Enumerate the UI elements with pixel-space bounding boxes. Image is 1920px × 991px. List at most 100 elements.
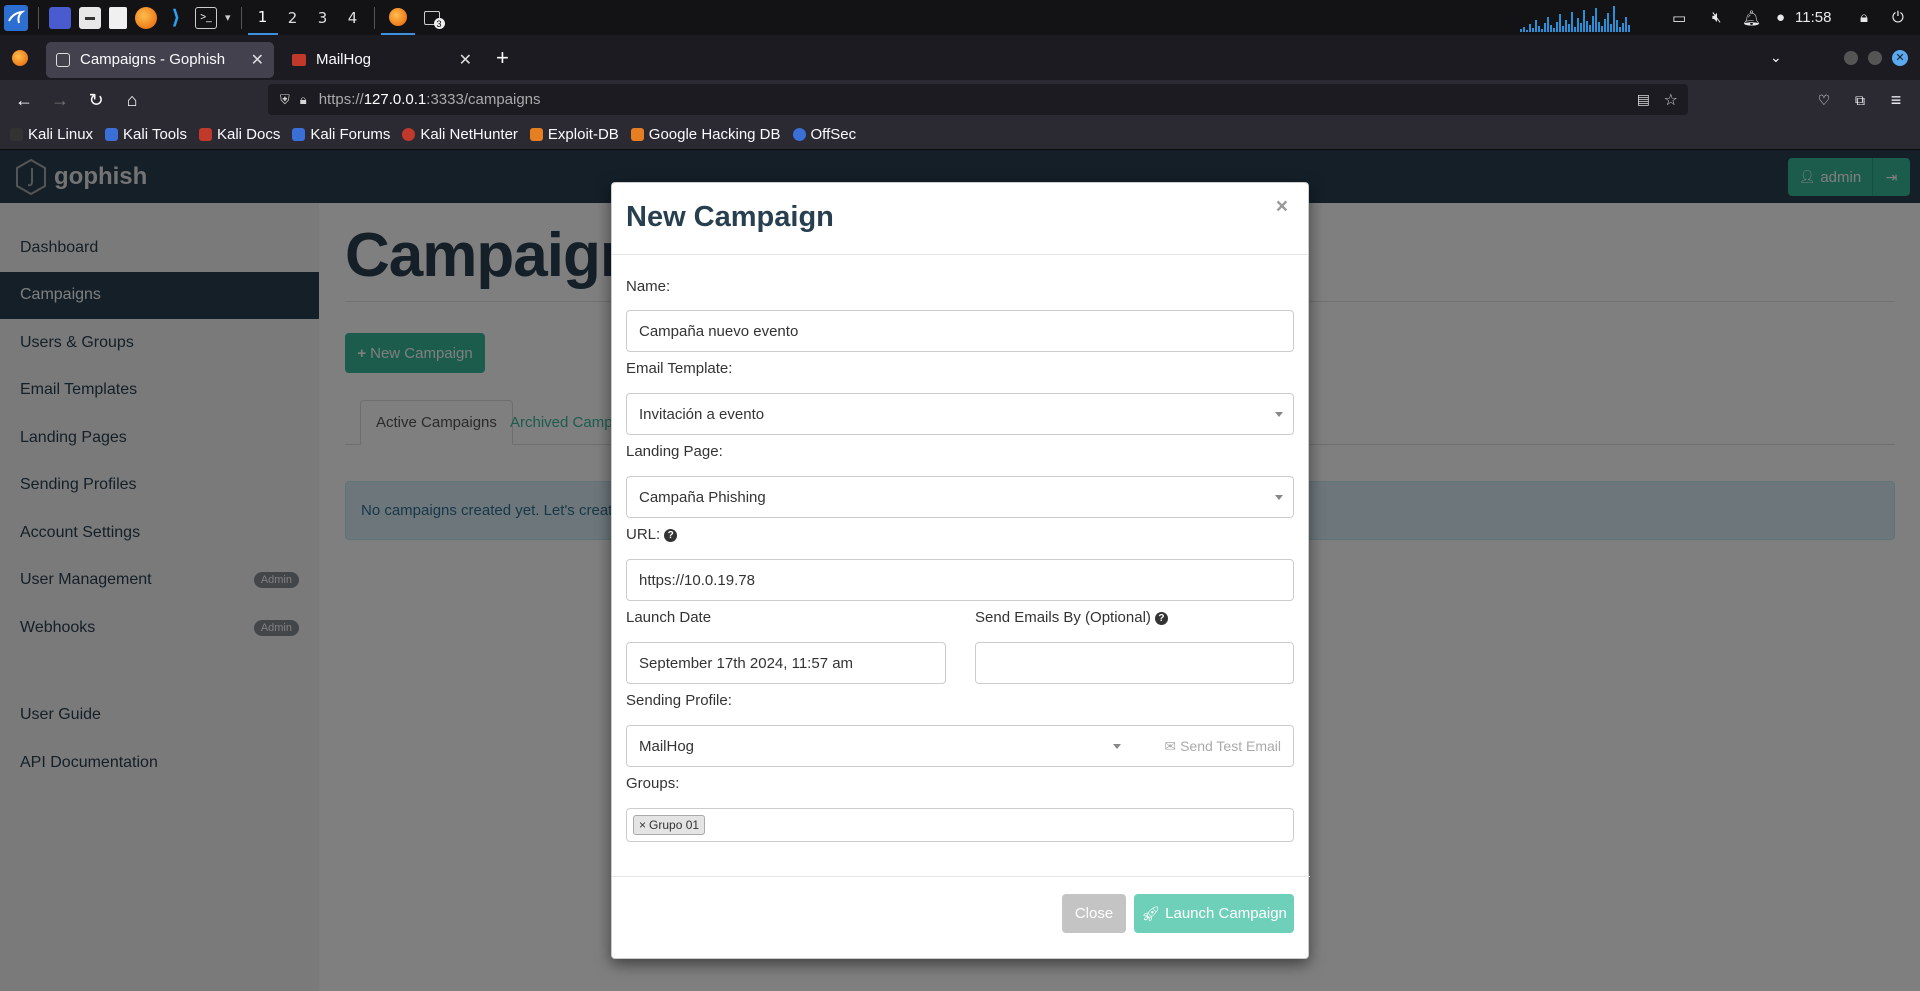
notification-bell-icon[interactable]: 🔔︎ bbox=[1742, 0, 1761, 35]
firefox-icon bbox=[388, 7, 407, 26]
launch-date-input[interactable]: September 17th 2024, 11:57 am bbox=[626, 642, 946, 684]
bookmark-star-icon[interactable]: ☆ bbox=[1664, 90, 1678, 110]
bookmark-kali-linux[interactable]: Kali Linux bbox=[10, 126, 93, 143]
kali-forums-icon bbox=[292, 128, 306, 141]
bookmarks-toolbar: Kali Linux Kali Tools Kali Docs Kali For… bbox=[0, 120, 1920, 150]
exploit-db-icon bbox=[529, 128, 543, 141]
firefox-launcher-icon[interactable] bbox=[135, 6, 157, 29]
close-button[interactable]: Close bbox=[1062, 894, 1126, 933]
url-bar[interactable]: ⛨ 🔒︎ https://127.0.0.1:3333/campaigns ▤ … bbox=[268, 84, 1688, 115]
reader-view-icon[interactable]: ▤ bbox=[1637, 91, 1650, 108]
landing-page-select[interactable]: Campaña Phishing bbox=[626, 476, 1294, 518]
extensions-icon[interactable]: ⧉ bbox=[1842, 84, 1878, 116]
close-tab-icon[interactable]: ✕ bbox=[459, 50, 472, 70]
modal-close-icon[interactable]: × bbox=[1276, 195, 1288, 219]
groups-label: Groups: bbox=[626, 775, 680, 792]
bookmark-kali-tools[interactable]: Kali Tools bbox=[105, 126, 187, 143]
cpu-bar bbox=[1520, 29, 1522, 32]
firefox-window-button[interactable] bbox=[380, 0, 415, 35]
mailhog-favicon bbox=[292, 53, 306, 66]
window-minimize-icon[interactable] bbox=[1844, 50, 1858, 65]
kali-menu-icon[interactable] bbox=[4, 4, 28, 31]
workspace-4[interactable]: 4 bbox=[338, 0, 368, 35]
bookmark-kali-nethunter[interactable]: Kali NetHunter bbox=[402, 126, 518, 143]
window-maximize-icon[interactable] bbox=[1868, 50, 1882, 65]
chevron-down-icon bbox=[1113, 744, 1121, 749]
help-icon[interactable]: ? bbox=[1154, 611, 1168, 625]
sending-profile-select[interactable]: MailHog bbox=[627, 726, 1157, 766]
kali-docs-icon bbox=[198, 128, 212, 141]
url-host: 127.0.0.1 bbox=[363, 91, 427, 108]
cpu-bar bbox=[1574, 27, 1576, 32]
launch-campaign-button[interactable]: 🚀︎ Launch Campaign bbox=[1134, 894, 1294, 933]
send-test-email-button[interactable]: ✉ Send Test Email bbox=[1164, 726, 1281, 766]
firefox-tab-icon bbox=[12, 49, 28, 66]
file-manager-icon[interactable]: ▬ bbox=[79, 6, 101, 29]
modal-title: New Campaign bbox=[626, 201, 834, 233]
vscode-icon[interactable]: ⟩ bbox=[165, 7, 187, 29]
groups-multiselect[interactable]: × Grupo 01 bbox=[626, 808, 1294, 842]
cpu-graph bbox=[1520, 4, 1630, 32]
workspace-1[interactable]: 1 bbox=[247, 0, 278, 35]
lock-icon[interactable]: 🔒︎ bbox=[1860, 0, 1868, 35]
text-editor-icon[interactable] bbox=[109, 6, 127, 29]
cpu-bar bbox=[1604, 19, 1606, 32]
cpu-bar bbox=[1544, 23, 1546, 32]
back-arrow-icon[interactable]: ← bbox=[6, 84, 42, 116]
bookmark-exploit-db[interactable]: Exploit-DB bbox=[529, 126, 619, 143]
cpu-bar bbox=[1538, 26, 1540, 32]
bookmark-offsec[interactable]: OffSec bbox=[792, 126, 856, 143]
help-icon[interactable]: ? bbox=[664, 528, 678, 542]
sending-profile-label: Sending Profile: bbox=[626, 692, 732, 709]
email-template-select[interactable]: Invitación a evento bbox=[626, 393, 1294, 435]
display-icon[interactable]: ▭ bbox=[1672, 0, 1686, 35]
list-all-tabs-icon[interactable]: ⌄ bbox=[1770, 49, 1782, 66]
rocket-icon: 🚀︎ bbox=[1141, 905, 1161, 923]
hamburger-menu-icon[interactable]: ≡ bbox=[1878, 84, 1914, 116]
new-tab-icon[interactable]: + bbox=[496, 45, 509, 71]
cpu-bar bbox=[1553, 28, 1555, 32]
landing-page-value: Campaña Phishing bbox=[639, 488, 766, 506]
reload-icon[interactable]: ↻ bbox=[78, 84, 114, 116]
terminal-count-badge: 3 bbox=[433, 18, 445, 29]
logout-icon[interactable]: ⏻ bbox=[1892, 0, 1904, 35]
terminal-window-button[interactable]: 3 bbox=[415, 0, 449, 35]
send-by-input[interactable] bbox=[975, 642, 1294, 684]
cpu-bar bbox=[1568, 24, 1570, 32]
bookmark-kali-docs[interactable]: Kali Docs bbox=[198, 126, 280, 143]
cpu-bar bbox=[1565, 20, 1567, 32]
tab-mailhog[interactable]: MailHog ✕ bbox=[282, 42, 482, 78]
workspace-2[interactable]: 2 bbox=[278, 0, 308, 35]
close-tab-icon[interactable]: ✕ bbox=[251, 50, 264, 70]
bookmark-kali-forums[interactable]: Kali Forums bbox=[292, 126, 390, 143]
chevron-down-icon[interactable]: ▾ bbox=[225, 11, 231, 24]
name-label: Name: bbox=[626, 278, 671, 295]
workspace-3[interactable]: 3 bbox=[308, 0, 338, 35]
browser-tab-bar: Campaigns - Gophish ✕ MailHog ✕ + ⌄ ✕ bbox=[0, 35, 1920, 80]
cpu-bar bbox=[1562, 26, 1564, 32]
terminal-icon[interactable]: >_ bbox=[195, 6, 217, 29]
bookmark-google-hacking-db[interactable]: Google Hacking DB bbox=[630, 126, 781, 143]
forward-arrow-icon[interactable]: → bbox=[42, 84, 78, 116]
desktop-icon[interactable] bbox=[49, 6, 71, 29]
volume-muted-icon[interactable]: 🔇︎ bbox=[1712, 0, 1721, 35]
home-icon[interactable]: ⌂ bbox=[114, 84, 150, 116]
cpu-bar bbox=[1607, 13, 1609, 32]
clock[interactable]: 11:58 bbox=[1795, 0, 1831, 35]
pocket-icon[interactable]: ♡ bbox=[1806, 84, 1842, 116]
cpu-bar bbox=[1559, 14, 1561, 32]
tracking-shield-icon[interactable]: ⛨ bbox=[280, 92, 290, 108]
group-chip: × Grupo 01 bbox=[633, 815, 706, 835]
tab-campaigns-gophish[interactable]: Campaigns - Gophish ✕ bbox=[46, 41, 274, 78]
cpu-bar bbox=[1601, 26, 1603, 32]
campaign-name-input[interactable]: Campaña nuevo evento bbox=[626, 310, 1294, 352]
power-status-icon[interactable]: ● bbox=[1776, 0, 1785, 35]
connection-icon[interactable]: 🔒︎ bbox=[300, 92, 307, 108]
firefox-view-icon[interactable] bbox=[0, 49, 40, 66]
os-taskbar: ▬ ⟩ >_ ▾ 1 2 3 4 3 ▭ 🔇︎ 🔔︎ ● 11:58 🔒︎ ⏻ bbox=[0, 0, 1920, 35]
chevron-down-icon bbox=[1275, 495, 1283, 500]
window-close-icon[interactable]: ✕ bbox=[1892, 49, 1908, 66]
url-input[interactable]: https://10.0.19.78 bbox=[626, 559, 1294, 601]
taskbar-separator bbox=[240, 6, 242, 29]
remove-chip-icon[interactable]: × bbox=[639, 818, 646, 832]
